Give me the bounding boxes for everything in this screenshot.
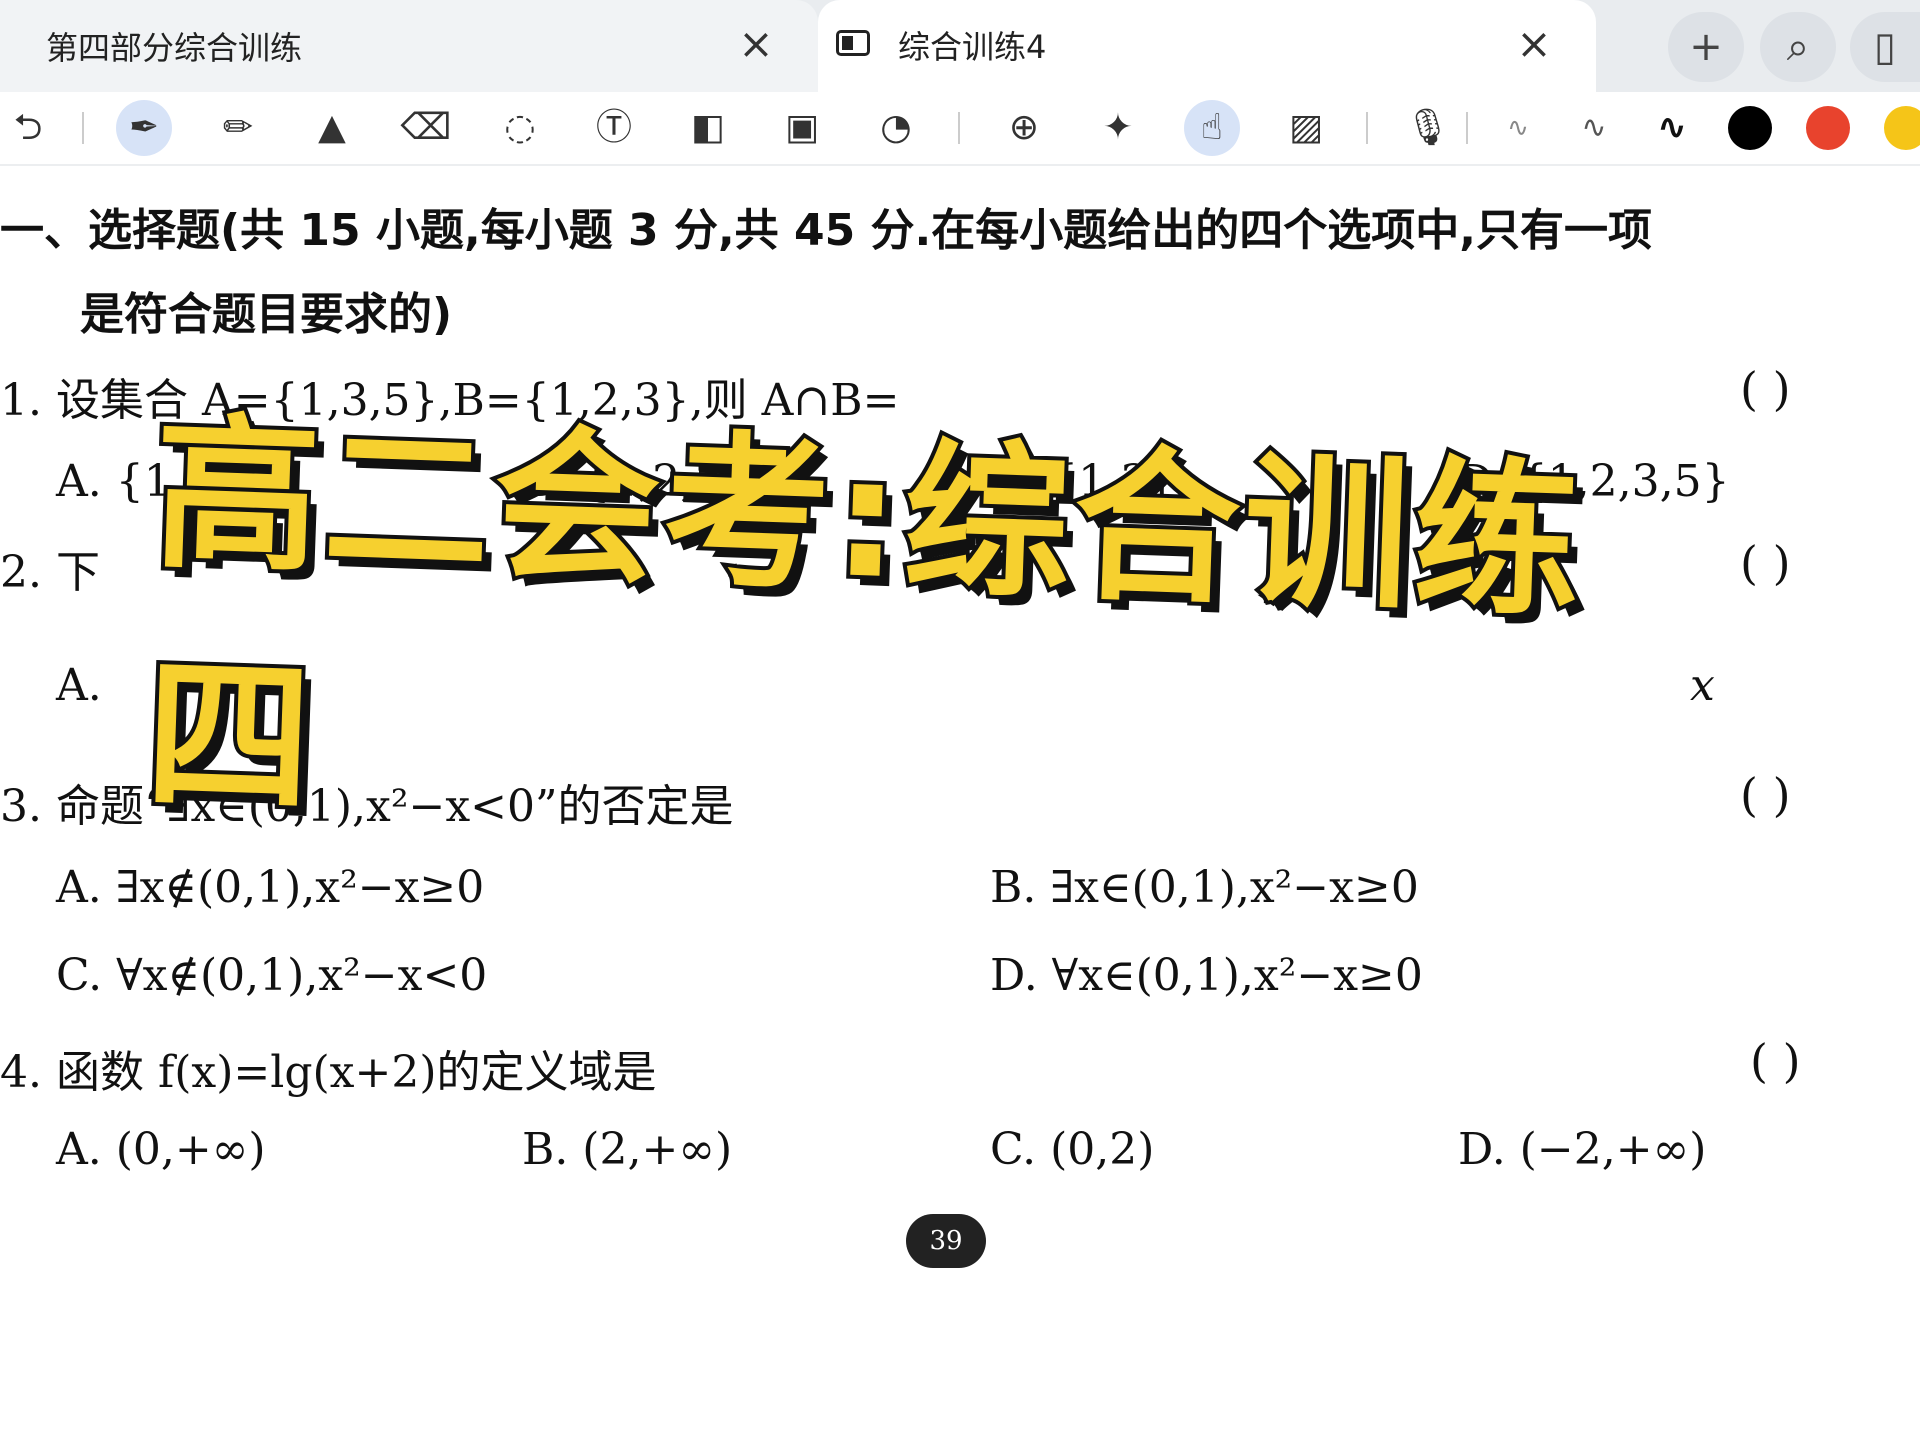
sticker-icon[interactable]: ◔: [868, 100, 924, 156]
toolbar-separator: [1366, 112, 1368, 144]
question-2-option-a: A.: [56, 660, 102, 711]
tab-label: 第四部分综合训练: [46, 29, 303, 67]
image-icon[interactable]: ▣: [774, 100, 830, 156]
laser-pointer-icon[interactable]: ✦: [1090, 100, 1146, 156]
search-button[interactable]: ⌕: [1760, 12, 1836, 82]
document-icon: [836, 30, 870, 56]
stroke-thick-icon[interactable]: ∿: [1644, 100, 1700, 156]
hatch-icon[interactable]: ▨: [1278, 100, 1334, 156]
hand-touch-icon[interactable]: ☝: [1184, 100, 1240, 156]
section-title-continued: 是符合题目要求的): [80, 289, 453, 340]
tab-label: 综合训练4: [898, 28, 1047, 66]
close-icon[interactable]: ×: [734, 22, 778, 66]
question-3-option-d: D. ∀x∈(0,1),x²−x≥0: [990, 950, 1423, 1001]
question-2-stem: 2. 下: [0, 547, 100, 598]
pen-icon[interactable]: ✒: [116, 100, 172, 156]
question-2-option-tail: x: [1690, 660, 1715, 711]
color-swatch-red[interactable]: [1806, 106, 1850, 150]
tab-training4[interactable]: 综合训练4 ×: [818, 0, 1596, 92]
section-title: 一、选择题(共 15 小题,每小题 3 分,共 45 分.在每小题给出的四个选项…: [0, 205, 1652, 256]
color-swatch-yellow[interactable]: [1884, 106, 1920, 150]
new-tab-button[interactable]: +: [1668, 12, 1744, 82]
page-number: 39: [906, 1214, 986, 1268]
tab-bar: 第四部分综合训练 × 综合训练4 × + ⌕ ▯: [0, 0, 1920, 92]
title-banner: 高二会考:综合训练四: [138, 393, 1684, 841]
annotation-toolbar: ⮌ ✒ ✏ ▲ ⌫ ◌ Ⓣ ◧ ▣ ◔ ⊕ ✦ ☝ ▨ 🎙 ∿ ∿ ∿: [0, 92, 1920, 166]
answer-blank: ( ): [1740, 362, 1791, 416]
toolbar-separator: [958, 112, 960, 144]
toolbar-separator: [1466, 112, 1468, 144]
question-3-option-c: C. ∀x∉(0,1),x²−x<0: [56, 950, 488, 1001]
lasso-icon[interactable]: ◌: [492, 100, 548, 156]
close-icon[interactable]: ×: [1512, 22, 1556, 66]
answer-blank: ( ): [1750, 1034, 1801, 1088]
eraser-icon[interactable]: ⌫: [398, 100, 454, 156]
color-swatch-black[interactable]: [1728, 106, 1772, 150]
zoom-icon[interactable]: ⊕: [996, 100, 1052, 156]
text-icon[interactable]: Ⓣ: [586, 100, 642, 156]
toolbar-separator: [82, 112, 84, 144]
highlighter-icon[interactable]: ▲: [304, 100, 360, 156]
shapes-icon[interactable]: ◧: [680, 100, 736, 156]
banner-text: 高二会考:综合训练四: [138, 393, 1591, 841]
tab-part4[interactable]: 第四部分综合训练 ×: [0, 0, 818, 92]
answer-blank: ( ): [1740, 536, 1791, 590]
microphone-icon[interactable]: 🎙: [1400, 100, 1456, 156]
question-4-stem: 4. 函数 f(x)=lg(x+2)的定义域是: [0, 1047, 657, 1098]
question-4-option-b: B. (2,+∞): [522, 1124, 733, 1175]
question-4-option-a: A. (0,+∞): [56, 1124, 266, 1175]
question-4-option-d: D. (−2,+∞): [1458, 1124, 1707, 1175]
sidebar-button[interactable]: ▯: [1850, 12, 1920, 82]
stroke-thin-icon[interactable]: ∿: [1490, 100, 1546, 156]
question-4-option-c: C. (0,2): [990, 1124, 1155, 1175]
pencil-icon[interactable]: ✏: [210, 100, 266, 156]
question-3-option-a: A. ∃x∉(0,1),x²−x≥0: [56, 862, 485, 913]
answer-blank: ( ): [1740, 768, 1791, 822]
stroke-medium-icon[interactable]: ∿: [1566, 100, 1622, 156]
undo-icon[interactable]: ⮌: [0, 100, 56, 156]
